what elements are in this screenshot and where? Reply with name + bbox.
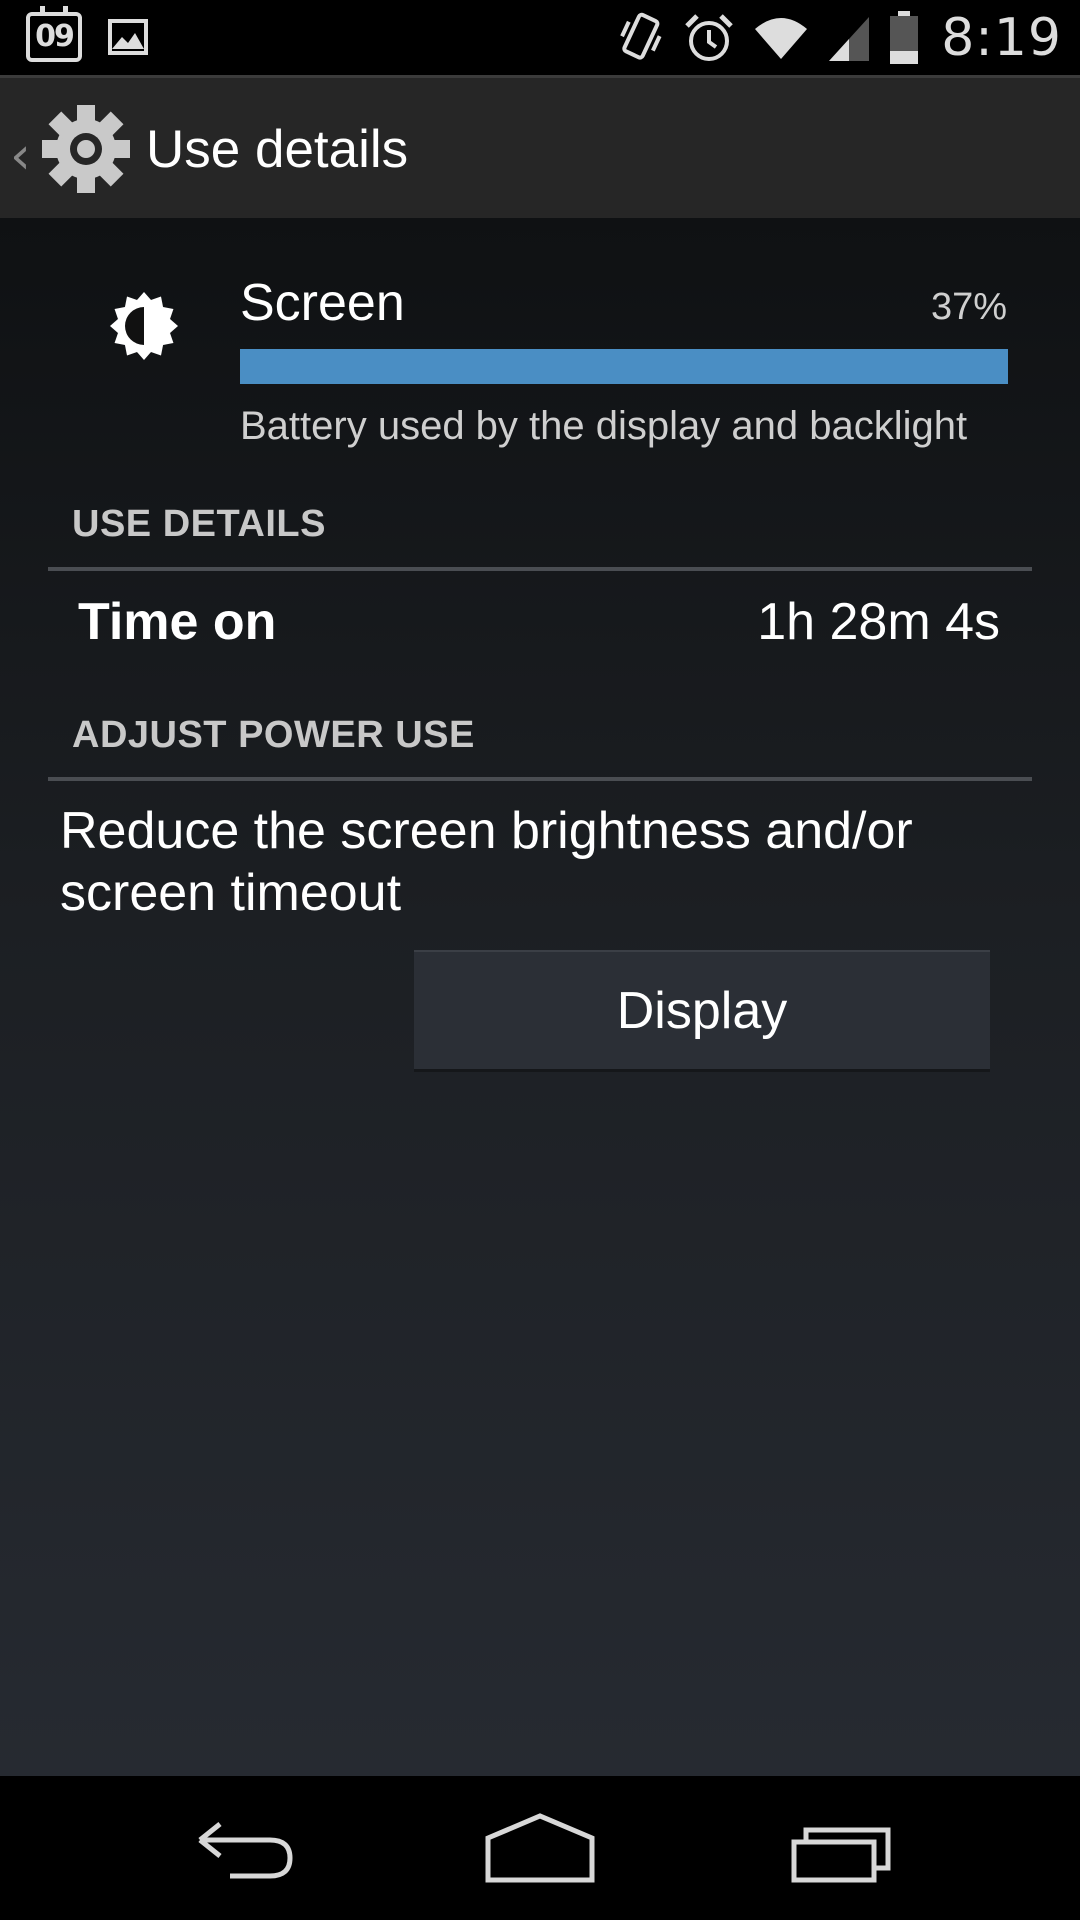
section-divider xyxy=(48,567,1032,571)
power-tip-text: Reduce the screen brightness and/or scre… xyxy=(60,802,913,922)
time-on-label: Time on xyxy=(78,593,277,651)
recents-icon[interactable] xyxy=(770,1800,910,1900)
usage-progress-bar xyxy=(240,349,1008,384)
content-area: Screen 37% Battery used by the display a… xyxy=(0,218,1080,1776)
wifi-icon xyxy=(755,18,808,59)
navigation-bar xyxy=(0,1776,1080,1920)
usage-progress-fill xyxy=(240,349,1008,384)
brightness-icon xyxy=(110,292,178,360)
chevron-left-icon: ‹ xyxy=(10,126,31,186)
calendar-icon: 09 xyxy=(26,6,82,62)
alarm-icon xyxy=(685,14,733,61)
gallery-icon xyxy=(108,19,148,55)
adjust-power-header: ADJUST POWER USE xyxy=(72,714,475,756)
battery-icon xyxy=(890,11,919,64)
section-divider xyxy=(48,777,1032,781)
home-icon[interactable] xyxy=(470,1800,610,1900)
status-clock: 8:19 xyxy=(941,8,1062,68)
use-details-header: USE DETAILS xyxy=(72,503,326,545)
usage-percent: 37% xyxy=(930,286,1007,328)
usage-item-label: Screen xyxy=(240,274,405,332)
settings-gear-icon xyxy=(42,105,130,193)
up-navigation[interactable]: ‹ xyxy=(0,78,140,218)
back-icon[interactable] xyxy=(170,1800,310,1900)
usage-description: Battery used by the display and backligh… xyxy=(240,404,968,448)
page-title: Use details xyxy=(146,120,409,179)
status-bar: 09 8:19 xyxy=(0,0,1080,75)
action-bar: ‹ Use details xyxy=(0,75,1080,218)
signal-icon xyxy=(829,17,870,61)
time-on-value: 1h 28m 4s xyxy=(757,593,1000,651)
display-settings-button[interactable]: Display xyxy=(414,950,990,1072)
vibrate-icon xyxy=(620,12,662,60)
